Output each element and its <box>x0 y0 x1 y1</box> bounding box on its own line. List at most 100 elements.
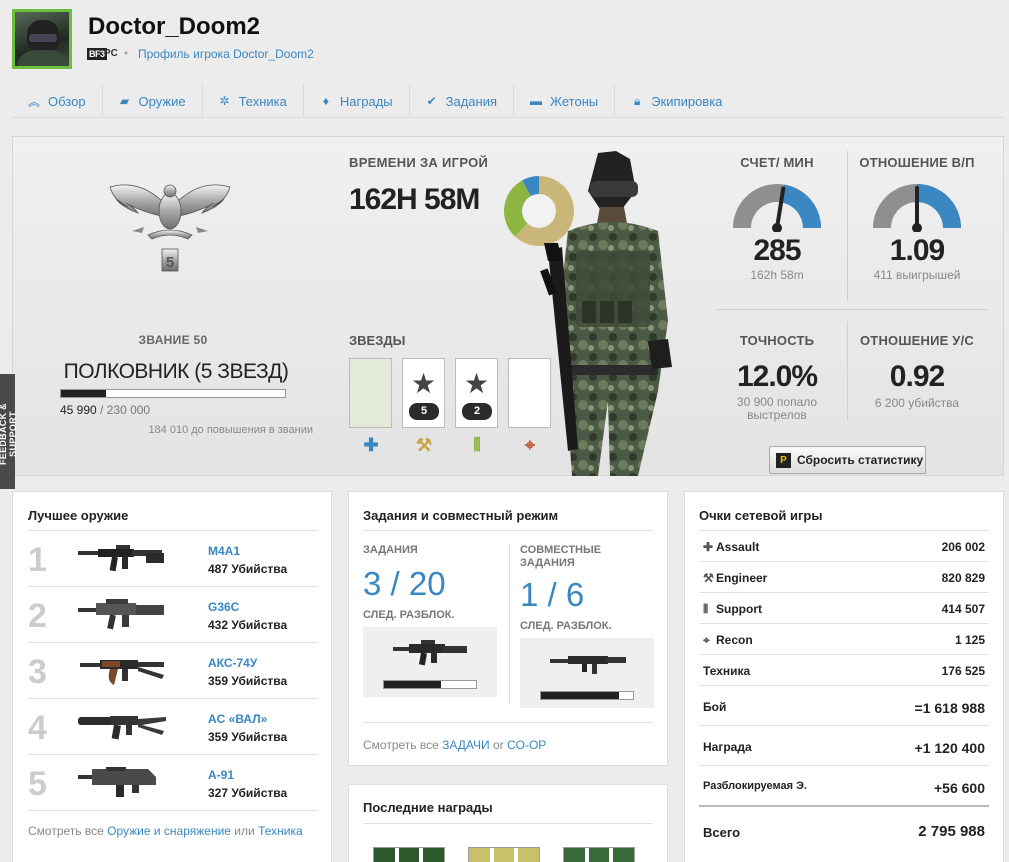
tasks-link[interactable]: ЗАДАЧИ <box>442 738 489 752</box>
rank-name: ПОЛКОВНИК (5 ЗВЕЗД) <box>63 360 289 383</box>
coop-unlock-card[interactable] <box>520 638 654 708</box>
check-icon: ✔ <box>426 94 437 108</box>
tab-equipment[interactable]: 🔒︎ Экипировка <box>615 84 738 118</box>
overview-hero: 5 ЗВАНИЕ 50 ПОЛКОВНИК (5 ЗВЕЗД) 45 990 /… <box>12 136 1004 476</box>
wl-stat: ОТНОШЕНИЕ В/П 1.09 411 выигрышей <box>852 155 982 282</box>
rank-xp-total: / 230 000 <box>100 403 151 417</box>
weapon-rank: 5 <box>28 765 47 803</box>
weapon-rank: 4 <box>28 709 47 747</box>
weapon-rank: 2 <box>28 597 47 635</box>
reset-icon: P <box>776 452 791 468</box>
coop-link[interactable]: CO-OP <box>507 738 546 752</box>
dogtag-icon: ▬ <box>530 94 543 108</box>
gear-icon: ✲ <box>219 94 230 108</box>
points-label: Support <box>716 602 762 616</box>
points-label: Engineer <box>716 571 768 585</box>
best-weapons-panel: Лучшее оружие 1 M4A1 487 Убийства 2 G36C… <box>12 491 332 862</box>
rank-insignia-number: 5 <box>166 254 174 271</box>
weapon-name: AC «ВАЛ» <box>208 712 268 726</box>
award-ribbon[interactable] <box>468 847 540 862</box>
m4a1-rifle-icon <box>78 545 164 572</box>
panel-divider <box>363 722 653 723</box>
soldier-illustration <box>540 151 672 476</box>
vehicles-link[interactable]: Техника <box>258 824 303 838</box>
points-row-total: Всего 2 795 988 <box>699 805 989 855</box>
panel-title: Лучшее оружие <box>28 508 129 523</box>
chevron-up-icon: ︽ <box>28 94 41 109</box>
weapon-list-divider <box>28 810 318 811</box>
star-slot-support[interactable]: ★ 2 <box>455 358 498 428</box>
weapon-row[interactable]: 4 AC «ВАЛ» 359 Убийства <box>28 698 318 754</box>
tab-label: Задания <box>445 93 498 109</box>
column-divider <box>509 544 510 704</box>
weapon-row[interactable]: 3 АКС-74У 359 Убийства <box>28 642 318 698</box>
tab-weapons[interactable]: ▰ Оружие <box>103 84 203 118</box>
recent-awards-panel: Последние награды <box>348 784 668 862</box>
feedback-label: FEEDBACK & SUPPORT <box>0 403 18 466</box>
crosshair-icon: ⌖ <box>703 633 710 647</box>
ammo-icon: ⦀ <box>703 602 709 616</box>
points-value: 206 002 <box>941 540 985 554</box>
rank-insignia-icon: 5 <box>109 184 231 272</box>
points-label: Recon <box>716 633 753 647</box>
tab-assignments[interactable]: ✔ Задания <box>410 84 515 118</box>
tab-dogtags[interactable]: ▬ Жетоны <box>514 84 616 118</box>
tasks-column: ЗАДАНИЯ 3 / 20 СЛЕД. РАЗБЛОК. <box>363 544 503 697</box>
reset-stats-button[interactable]: P Сбросить статистику <box>769 446 926 474</box>
rank-progress-fill <box>61 390 106 397</box>
award-ribbon[interactable] <box>373 847 445 862</box>
points-row-engineer: ⚒ Engineer 820 829 <box>699 561 989 592</box>
points-row-vehicles: Техника 176 525 <box>699 654 989 685</box>
tasks-next-unlock: СЛЕД. РАЗБЛОК. <box>363 609 455 621</box>
spm-stat: СЧЕТ/ МИН 285 162h 58m <box>712 155 842 282</box>
wl-value: 1.09 <box>889 234 945 267</box>
player-name: Doctor_Doom2 <box>88 13 261 40</box>
points-value: 176 525 <box>941 664 985 678</box>
star-count: 2 <box>462 403 492 420</box>
kd-sub: 6 200 убийства <box>874 396 960 410</box>
feedback-tab[interactable]: FEEDBACK & SUPPORT <box>0 374 18 489</box>
stars-label: ЗВЕЗДЫ <box>349 333 406 348</box>
star-count: 5 <box>409 403 439 420</box>
award-ribbon[interactable] <box>563 847 635 862</box>
tab-overview[interactable]: ︽ Обзор <box>12 84 103 118</box>
weapon-name: M4A1 <box>208 544 241 558</box>
weapon-row[interactable]: 5 A-91 327 Убийства <box>28 754 318 810</box>
g36c-rifle-icon <box>78 599 164 630</box>
star-slot-engineer[interactable]: ★ 5 <box>402 358 445 428</box>
coop-next-unlock: СЛЕД. РАЗБЛОК. <box>520 620 612 632</box>
weapon-row[interactable]: 1 M4A1 487 Убийства <box>28 530 318 586</box>
panel-title: Очки сетевой игры <box>699 508 823 523</box>
star-slot-assault[interactable] <box>349 358 392 428</box>
panel-title: Задания и совместный режим <box>363 508 559 523</box>
points-label: Разблокируемая Э. <box>703 780 807 792</box>
tab-awards[interactable]: ♦ Награды <box>304 84 410 118</box>
online-points-panel: Очки сетевой игры ✚ Assault 206 002 ⚒ Engin… <box>684 491 1004 862</box>
weapon-kills: 359 Убийства <box>208 674 288 688</box>
profile-link[interactable]: Профиль игрока Doctor_Doom2 <box>138 47 314 61</box>
weapon-rank: 3 <box>28 653 47 691</box>
points-total-label: Всего <box>703 825 741 840</box>
tab-vehicles[interactable]: ✲ Техника <box>203 84 304 118</box>
tasks-value: 3 / 20 <box>363 565 446 602</box>
tasks-progress-bar <box>383 680 477 689</box>
weapons-see-all: Смотреть все Оружие и снаряжение или Тех… <box>28 824 303 838</box>
medal-icon: ♦ <box>322 94 329 108</box>
accuracy-sub: 30 900 попало выстрелов <box>736 395 818 422</box>
points-value: +1 120 400 <box>914 740 985 756</box>
profile-nav: ︽ Обзор ▰ Оружие ✲ Техника ♦ Награды ✔ Задани… <box>12 84 1004 118</box>
weapon-row[interactable]: 2 G36C 432 Убийства <box>28 586 318 642</box>
coop-label: СОВМЕСТНЫЕ ЗАДАНИЯ <box>520 544 602 569</box>
spm-gauge <box>733 184 821 232</box>
points-label: Техника <box>703 664 751 678</box>
unlock-weapon-icon <box>393 640 467 666</box>
kd-stat: ОТНОШЕНИЕ У/С 0.92 6 200 убийства <box>852 333 982 410</box>
weapons-link[interactable]: Оружие и снаряжение <box>107 824 231 838</box>
points-label: Assault <box>716 540 760 554</box>
rank-to-next: 184 010 до повышения в звании <box>148 424 313 436</box>
see-all-or: или <box>234 824 255 838</box>
time-played-value: 162H 58M <box>349 183 480 216</box>
tasks-unlock-card[interactable] <box>363 627 497 697</box>
rank-xp-current: 45 990 <box>60 403 97 417</box>
wl-sub: 411 выигрышей <box>873 268 961 282</box>
